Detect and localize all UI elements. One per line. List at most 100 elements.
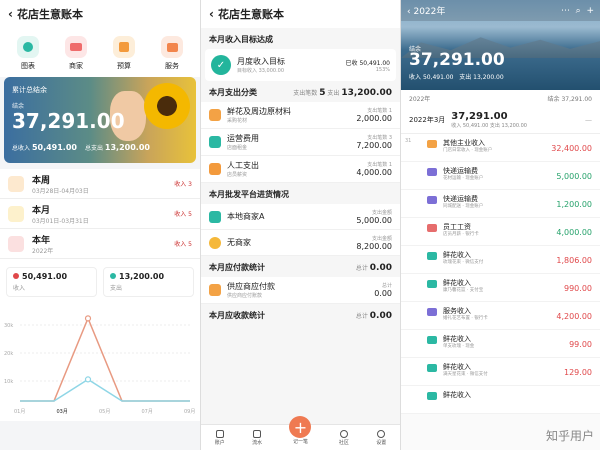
meta-label: 支出笔数 (293, 89, 318, 97)
tx-amount: 1,806.00 (556, 256, 592, 265)
tx-amount: 99.00 (569, 340, 592, 349)
payable-row[interactable]: 供应商应付款 供应商应付账款 总计 0.00 (201, 277, 400, 304)
tx-name: 快递运输费 (443, 195, 478, 203)
back-icon[interactable]: ‹ (8, 7, 13, 21)
account-icon (215, 429, 224, 438)
income-goal-card[interactable]: ✓ 月度收入目标 目标收入 33,000.00 已收 50,491.00 153… (205, 49, 396, 81)
shortcut-budget[interactable]: 预算 (104, 36, 144, 71)
chart-icon (17, 36, 39, 58)
partner-row[interactable]: 无商家 支出金额 8,200.00 (201, 230, 400, 256)
transaction-row[interactable]: 31 其他主业收入 门店日常收入 · 现金账户 32,400.00 (401, 134, 600, 162)
page-title: 花店生意账本 (16, 8, 83, 21)
meta-total: 13,200.00 (341, 87, 392, 98)
labor-icon (209, 163, 221, 175)
month-value: 37,291.00 (451, 111, 508, 122)
section-title-text: 本月支出分类 (209, 88, 257, 97)
balance-banner[interactable]: 累计总结余 结余 37,291.00 总收入 50,491.00 总支出 13,… (4, 77, 196, 163)
period-week[interactable]: 本周 03月28日-04月03日 收入 3 (0, 169, 200, 199)
transaction-row[interactable]: 员工工资 店员月薪 · 银行卡 4,000.00 (401, 218, 600, 246)
tx-name: 员工工资 (443, 223, 471, 231)
nav-bar: ‹ 花店生意账本 (0, 0, 200, 28)
expense-sub: 采购花材 (227, 118, 248, 124)
month-row[interactable]: 2022年3月 37,291.00 收入 50,491.00 支出 13,200… (401, 107, 600, 134)
add-icon[interactable]: + (586, 6, 594, 16)
tab-settings[interactable]: 设置 (376, 429, 387, 446)
tx-desc: 店员月薪 · 银行卡 (443, 232, 479, 237)
transaction-row[interactable]: 服务收入 婚礼花艺布置 · 银行卡 4,200.00 (401, 302, 600, 330)
period-month[interactable]: 本月 03月01日-03月31日 收入 5 (0, 199, 200, 229)
section-title-text: 本月应收款统计 (209, 311, 265, 320)
y-tick-label: 10k (4, 379, 13, 385)
stat-income[interactable]: 50,491.00 收入 (6, 267, 97, 297)
partner-name: 无商家 (227, 238, 251, 247)
shortcut-merchant[interactable]: 商家 (56, 36, 96, 71)
period-name: 本年 (32, 235, 51, 246)
tab-add[interactable]: + 记一笔 (289, 416, 312, 445)
tx-desc: 同城配送 · 现金账户 (443, 204, 484, 209)
year-icon (8, 235, 24, 252)
transaction-row[interactable]: 鲜花收入 单支玫瑰 · 现金 99.00 (401, 330, 600, 358)
delivery-icon (427, 168, 437, 176)
year-row[interactable]: 2022年 结余 37,291.00 (401, 90, 600, 107)
check-icon: ✓ (211, 55, 231, 75)
period-date: 03月28日-04月03日 (32, 187, 89, 195)
expense-list: 鲜花及周边原材料 采购花材 支出笔数 1 2,000.00 运营费用 店面租金 支出笔… (201, 102, 400, 183)
meta-label: 总计 (355, 312, 368, 320)
partner-row[interactable]: 本地商家A 支出金额 5,000.00 (201, 204, 400, 230)
service-income-icon (427, 308, 437, 316)
transaction-row[interactable]: 鲜花收入 (401, 386, 600, 414)
tab-account[interactable]: 账户 (214, 429, 225, 446)
goal-name: 月度收入目标 (237, 57, 285, 66)
stat-label: 收入 (13, 285, 26, 292)
shortcut-service[interactable]: 服务 (152, 36, 192, 71)
budget-icon (113, 36, 135, 58)
year-picker[interactable]: ‹ 2022年 (407, 4, 445, 17)
section-goal-title: 本月收入目标达成 (201, 28, 400, 49)
shortcut-chart[interactable]: 图表 (8, 36, 48, 71)
transaction-row[interactable]: 鲜花收入 玫瑰花束 · 微信支付 1,806.00 (401, 246, 600, 274)
expense-row[interactable]: 鲜花及周边原材料 采购花材 支出笔数 1 2,000.00 (201, 102, 400, 129)
tab-label: 设置 (376, 439, 387, 446)
shortcut-row: 图表 商家 预算 服务 (0, 28, 200, 77)
tab-bar: 账户 流水 + 记一笔 社区 设置 (201, 416, 400, 450)
tab-community[interactable]: 社区 (339, 429, 349, 446)
collapse-icon[interactable]: — (585, 116, 592, 124)
supplier-icon (209, 284, 221, 296)
y-tick-label: 30k (4, 323, 13, 329)
tab-flow[interactable]: 流水 (252, 429, 262, 446)
expense-name: 运营费用 (227, 134, 259, 143)
section-title-text: 本月收入目标达成 (209, 35, 273, 44)
flow-hero: ‹ 2022年 ⋯ ⌕ + 结余 37,291.00 收入 50,491.00 … (401, 0, 600, 90)
period-right: 收入 5 (174, 211, 192, 218)
payable-name: 供应商应付款 (227, 282, 275, 291)
banner-label: 累计总结余 (12, 86, 47, 94)
transaction-row[interactable]: 快递运输费 同城配送 · 现金账户 1,200.00 (401, 190, 600, 218)
stat-value: 13,200.00 (119, 272, 165, 281)
transaction-row[interactable]: 快递运输费 花材运输 · 现金账户 5,000.00 (401, 162, 600, 190)
flow-icon (253, 429, 262, 438)
x-tick-label: 09月 (184, 409, 195, 415)
data-point[interactable] (84, 376, 92, 383)
transaction-row[interactable]: 鲜花收入 满天星花束 · 微信支付 129.00 (401, 358, 600, 386)
search-icon[interactable]: ⌕ (576, 6, 581, 16)
tx-amount: 4,200.00 (556, 312, 592, 321)
more-icon[interactable]: ⋯ (561, 6, 570, 16)
expense-row[interactable]: 运营费用 店面租金 支出笔数 3 7,200.00 (201, 129, 400, 156)
payable-amount: 0.00 (374, 289, 392, 298)
flower-income-icon (427, 364, 437, 372)
expense-amount: 7,200.00 (356, 141, 392, 150)
payable-small: 总计 (381, 283, 392, 289)
expense-row[interactable]: 人工支出 店员薪资 支出笔数 1 4,000.00 (201, 156, 400, 183)
tx-desc: 康乃馨花篮 · 支付宝 (443, 288, 484, 293)
tab-label: 账户 (214, 439, 225, 446)
meta-label: 总计 (355, 264, 368, 272)
hero-summary: 收入 50,491.00 支出 13,200.00 (409, 72, 504, 81)
stat-expense[interactable]: 13,200.00 支出 (103, 267, 194, 297)
period-name: 本月 (32, 205, 51, 216)
hero-income: 50,491.00 (422, 74, 454, 81)
period-year[interactable]: 本年 2022年 收入 5 (0, 229, 200, 259)
back-icon[interactable]: ‹ (209, 7, 214, 21)
data-point[interactable] (84, 315, 92, 322)
transaction-row[interactable]: 鲜花收入 康乃馨花篮 · 支付宝 990.00 (401, 274, 600, 302)
delivery-icon (427, 196, 437, 204)
